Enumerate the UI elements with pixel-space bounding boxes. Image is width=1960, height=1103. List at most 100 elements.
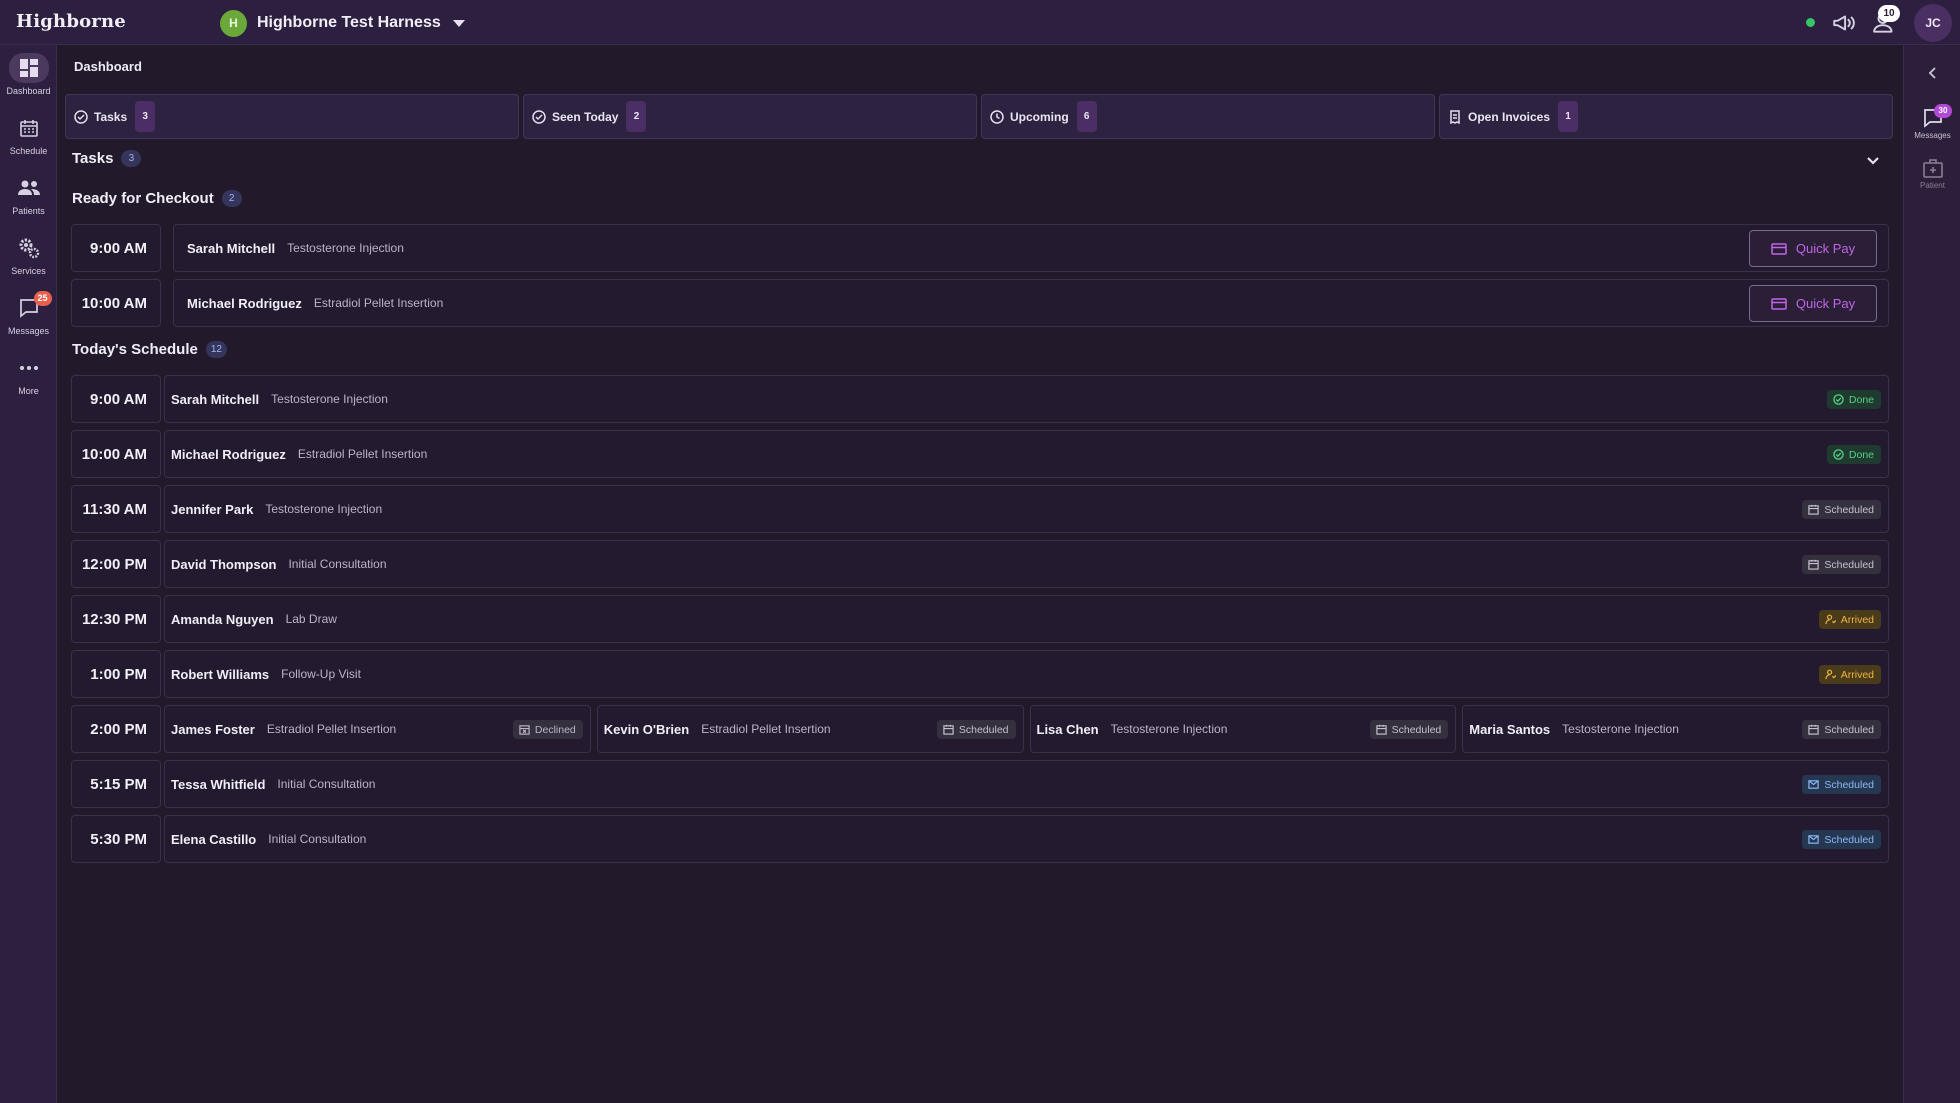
calendar-icon bbox=[943, 724, 954, 735]
service-name: Initial Consultation bbox=[268, 832, 367, 846]
credit-card-icon bbox=[1771, 242, 1787, 255]
patient-name: Michael Rodriguez bbox=[187, 295, 302, 311]
status-label: Done bbox=[1848, 393, 1874, 406]
service-name: Testosterone Injection bbox=[1562, 722, 1679, 736]
quick-pay-button[interactable]: Quick Pay bbox=[1749, 285, 1877, 322]
nav-dashboard[interactable]: Dashboard bbox=[0, 53, 57, 107]
nav-patients[interactable]: Patients bbox=[0, 173, 57, 227]
checkout-row[interactable]: Michael Rodriguez Estradiol Pellet Inser… bbox=[173, 279, 1889, 327]
status-label: Arrived bbox=[1840, 668, 1874, 681]
section-count: 2 bbox=[221, 190, 242, 207]
nav-label: Services bbox=[11, 266, 46, 276]
time-slot: 10:00 AM bbox=[71, 430, 161, 478]
tab-label: Upcoming bbox=[1010, 109, 1069, 124]
status-badge: Scheduled bbox=[1802, 555, 1881, 574]
status-label: Scheduled bbox=[958, 723, 1009, 736]
chevron-down-icon[interactable] bbox=[1863, 151, 1883, 171]
tab-count: 2 bbox=[626, 101, 647, 132]
status-label: Scheduled bbox=[1824, 503, 1874, 516]
appointment-row[interactable]: Amanda Nguyen Lab Draw Arrived bbox=[164, 595, 1889, 643]
schedule-heading: Today's Schedule 12 bbox=[72, 341, 227, 358]
appointment-row[interactable]: Kevin O'Brien Estradiol Pellet Insertion S… bbox=[596, 705, 1024, 753]
time-slot: 5:15 PM bbox=[71, 760, 161, 808]
org-name: Highborne Test Harness bbox=[257, 14, 441, 31]
clock-icon bbox=[990, 109, 1004, 124]
envelope-icon bbox=[1808, 780, 1820, 789]
status-badge: Arrived bbox=[1818, 610, 1881, 629]
service-name: Testosterone Injection bbox=[287, 241, 404, 255]
appointment-row[interactable]: Sarah Mitchell Testosterone Injection Done bbox=[164, 375, 1889, 423]
status-label: Scheduled bbox=[1824, 833, 1874, 846]
chevron-left-icon[interactable] bbox=[1925, 65, 1941, 81]
appointment-row[interactable]: Michael Rodriguez Estradiol Pellet Insert… bbox=[164, 430, 1889, 478]
patient-name: James Foster bbox=[171, 721, 255, 737]
user-avatar[interactable]: JC bbox=[1914, 4, 1952, 42]
rail-messages[interactable]: 30 Messages bbox=[1904, 104, 1960, 155]
calendar-icon bbox=[1808, 724, 1820, 735]
rail-patient[interactable]: Patient bbox=[1904, 157, 1960, 205]
patients-icon bbox=[17, 180, 40, 195]
service-name: Initial Consultation bbox=[277, 777, 376, 791]
notifications-badge: 10 bbox=[1878, 5, 1900, 22]
status-badge: Declined bbox=[512, 720, 583, 739]
nav-label: Dashboard bbox=[6, 86, 51, 96]
section-title: Tasks bbox=[72, 150, 114, 167]
time-slot: 12:30 PM bbox=[71, 595, 161, 643]
service-name: Estradiol Pellet Insertion bbox=[701, 722, 831, 736]
quick-pay-button[interactable]: Quick Pay bbox=[1749, 230, 1877, 267]
tab-upcoming[interactable]: Upcoming 6 bbox=[981, 94, 1435, 139]
person-arrived-icon bbox=[1825, 669, 1836, 680]
service-name: Testosterone Injection bbox=[265, 502, 383, 516]
main-content: Dashboard Tasks 3 Seen Today 2 Upcoming … bbox=[57, 45, 1903, 1103]
appointment-row[interactable]: Lisa Chen Testosterone Injection Scheduled bbox=[1029, 705, 1457, 753]
time-slot: 12:00 PM bbox=[71, 540, 161, 588]
medical-kit-icon bbox=[1922, 159, 1943, 178]
section-count: 12 bbox=[205, 341, 227, 358]
patient-name: Sarah Mitchell bbox=[187, 240, 276, 256]
appointment-row[interactable]: Tessa Whitfield Initial Consultation Sched… bbox=[164, 760, 1889, 808]
time-slot: 1:00 PM bbox=[71, 650, 161, 698]
megaphone-icon[interactable] bbox=[1831, 10, 1857, 36]
appointment-row[interactable]: David Thompson Initial Consultation Schedu… bbox=[164, 540, 1889, 588]
check-circle-icon bbox=[1833, 394, 1844, 405]
time-slot: 5:30 PM bbox=[71, 815, 161, 863]
nav-more[interactable]: More bbox=[0, 353, 57, 407]
patient-name: Robert Williams bbox=[171, 666, 270, 682]
quick-pay-label: Quick Pay bbox=[1795, 241, 1856, 256]
appointment-row[interactable]: Elena Castillo Initial Consultation Schedu… bbox=[164, 815, 1889, 863]
tab-tasks[interactable]: Tasks 3 bbox=[65, 94, 519, 139]
nav-label: Schedule bbox=[9, 146, 48, 156]
nav-services[interactable]: Services bbox=[0, 233, 57, 287]
patient-name: Sarah Mitchell bbox=[171, 391, 260, 407]
appointment-row[interactable]: Robert Williams Follow-Up Visit Arrived bbox=[164, 650, 1889, 698]
time-slot: 2:00 PM bbox=[71, 705, 161, 753]
status-label: Arrived bbox=[1840, 613, 1874, 626]
section-count: 3 bbox=[121, 150, 142, 167]
tab-seen-today[interactable]: Seen Today 2 bbox=[523, 94, 977, 139]
status-badge: Done bbox=[1826, 445, 1881, 464]
tab-label: Seen Today bbox=[552, 109, 619, 124]
nav-schedule[interactable]: Schedule bbox=[0, 113, 57, 167]
checkout-row[interactable]: Sarah Mitchell Testosterone Injection Qu… bbox=[173, 224, 1889, 272]
tab-open-invoices[interactable]: Open Invoices 1 bbox=[1439, 94, 1893, 139]
patient-name: Elena Castillo bbox=[171, 831, 257, 847]
appointment-row[interactable]: James Foster Estradiol Pellet Insertion De… bbox=[164, 705, 591, 753]
time-slot: 10:00 AM bbox=[71, 279, 161, 327]
nav-label: Messages bbox=[7, 326, 50, 336]
checkout-heading: Ready for Checkout 2 bbox=[72, 190, 242, 207]
nav-label: Patients bbox=[12, 206, 45, 216]
status-badge: Scheduled bbox=[936, 720, 1016, 739]
patient-name: Jennifer Park bbox=[171, 501, 254, 517]
service-name: Follow-Up Visit bbox=[281, 667, 361, 681]
appointment-row[interactable]: Maria Santos Testosterone Injection Schedu… bbox=[1462, 705, 1889, 753]
patient-name: Tessa Whitfield bbox=[171, 776, 266, 792]
org-switcher[interactable]: H Highborne Test Harness bbox=[220, 9, 465, 37]
online-status-indicator bbox=[1806, 18, 1815, 27]
right-rail: 30 Messages Patient bbox=[1903, 45, 1960, 1103]
rail-label: Messages bbox=[1914, 131, 1951, 140]
quick-pay-label: Quick Pay bbox=[1795, 296, 1856, 311]
service-name: Testosterone Injection bbox=[271, 392, 388, 406]
nav-messages[interactable]: 25 Messages bbox=[0, 291, 57, 347]
brand-logo[interactable]: Highborne bbox=[16, 11, 126, 32]
appointment-row[interactable]: Jennifer Park Testosterone Injection Sched… bbox=[164, 485, 1889, 533]
